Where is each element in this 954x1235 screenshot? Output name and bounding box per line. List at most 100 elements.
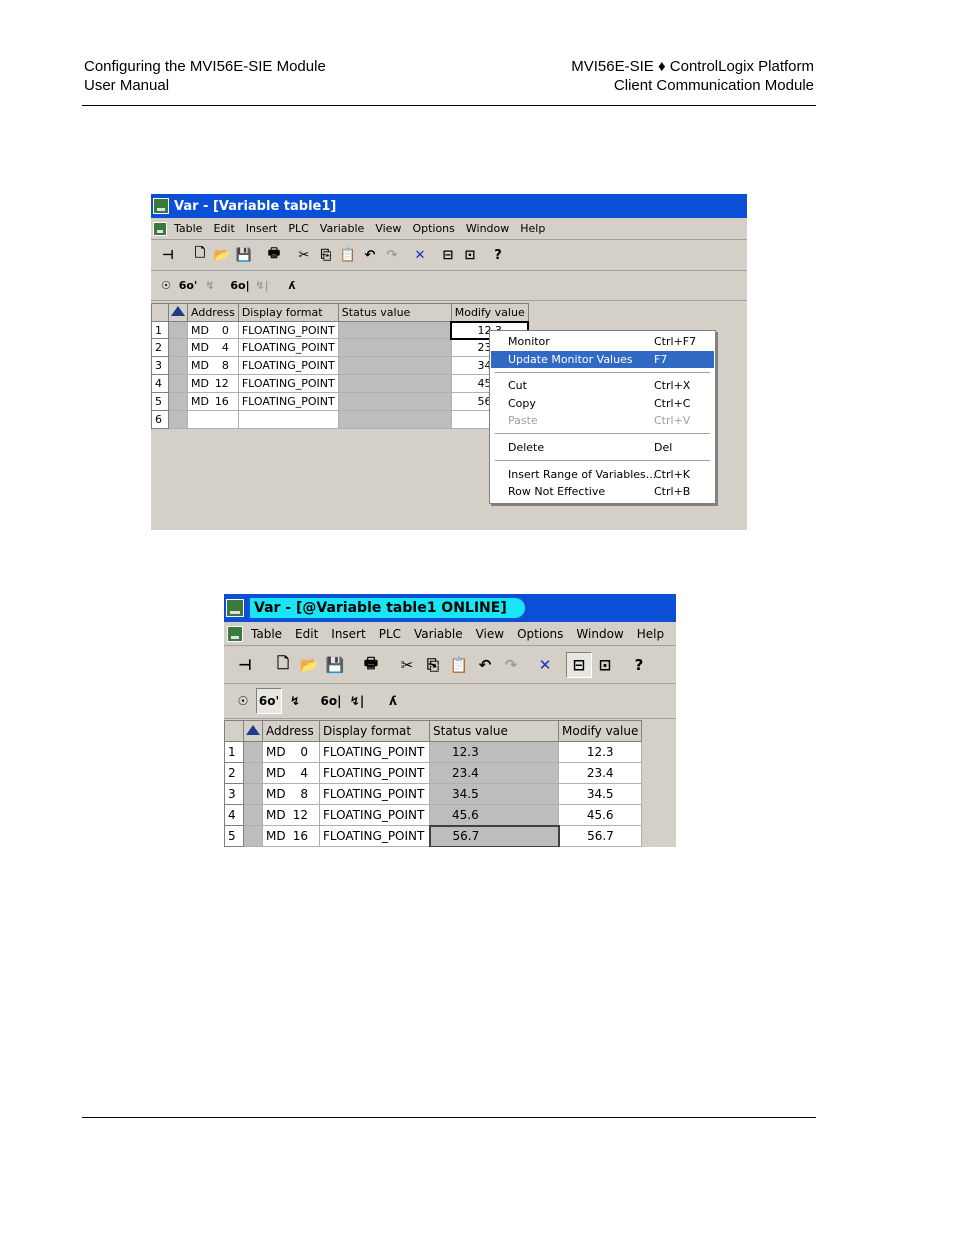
undo-icon[interactable]: ↶	[359, 244, 381, 266]
address-cell[interactable]: MD 0	[262, 741, 320, 763]
row-number[interactable]: 3	[224, 783, 244, 805]
display-format-cell[interactable]: FLOATING_POINT	[319, 762, 430, 784]
document-icon[interactable]	[153, 221, 167, 236]
symbol-cell[interactable]	[243, 825, 263, 847]
address-cell[interactable]: MD 8	[262, 783, 320, 805]
redo-icon[interactable]: ↷	[381, 244, 403, 266]
trigger-monitor-icon[interactable]: 6o|	[318, 688, 344, 714]
menu-edit[interactable]: Edit	[295, 627, 318, 641]
trigger-modify-icon[interactable]: ↯|	[344, 688, 370, 714]
menu-options[interactable]: Options	[412, 222, 454, 235]
display-format-cell[interactable]: FLOATING_POINT	[237, 338, 339, 357]
row-number[interactable]: 2	[224, 762, 244, 784]
station-icon[interactable]: ⊡	[592, 652, 618, 678]
display-format-cell[interactable]: FLOATING_POINT	[319, 783, 430, 805]
row-number[interactable]: 4	[151, 374, 169, 393]
online-icon[interactable]: ⊟	[437, 244, 459, 266]
print-icon[interactable]: 🖶	[358, 652, 384, 678]
context-help-icon[interactable]: ?	[487, 244, 509, 266]
row-number[interactable]: 5	[151, 392, 169, 411]
print-icon[interactable]: 🖶	[263, 244, 285, 266]
new-file-icon[interactable]: 🗋	[189, 244, 211, 266]
paste-icon[interactable]: 📋	[337, 244, 359, 266]
menu-plc[interactable]: PLC	[288, 222, 308, 235]
menu-insert[interactable]: Insert	[246, 222, 278, 235]
copy-icon[interactable]: ⎘	[315, 244, 337, 266]
table-row[interactable]: 5 MD16 FLOATING_POINT 56.7	[151, 392, 529, 411]
open-folder-icon[interactable]: 📂	[296, 652, 322, 678]
column-header-display-format[interactable]: Display format	[319, 720, 430, 742]
table-row[interactable]: 5 MD 16 FLOATING_POINT 56.7 56.7	[224, 824, 643, 847]
table-row[interactable]: 3 MD 8 FLOATING_POINT 34.5 34.5	[224, 783, 643, 805]
open-folder-icon[interactable]: 📂	[211, 244, 233, 266]
force-icon[interactable]: ʎ	[281, 274, 303, 297]
column-header-address[interactable]: Address	[262, 720, 320, 742]
menu-edit[interactable]: Edit	[213, 222, 234, 235]
station-icon[interactable]: ⊡	[459, 244, 481, 266]
paste-icon[interactable]: 📋	[446, 652, 472, 678]
redo-icon[interactable]: ↷	[498, 652, 524, 678]
symbol-cell[interactable]	[243, 783, 263, 805]
address-cell[interactable]: MD 0	[187, 321, 239, 339]
row-number[interactable]: 4	[224, 804, 244, 826]
context-menu-item-update-monitor-values[interactable]: Update Monitor Values F7	[491, 351, 714, 368]
monitor-clock-icon[interactable]: ☉	[155, 274, 177, 297]
save-icon[interactable]: 💾	[233, 244, 255, 266]
column-header-modify-value[interactable]: Modify value	[450, 303, 529, 322]
symbol-cell[interactable]	[168, 392, 188, 411]
table-row[interactable]: 4 MD12 FLOATING_POINT 45.6	[151, 374, 529, 393]
modify-value-cell[interactable]: 56.7	[557, 825, 643, 847]
status-value-cell-focused[interactable]: 56.7	[428, 824, 560, 847]
display-format-cell[interactable]: FLOATING_POINT	[319, 741, 430, 763]
row-number[interactable]: 2	[151, 338, 169, 357]
table-row[interactable]: 1 MD 0 FLOATING_POINT 12.3 12.3	[224, 741, 643, 763]
trigger-modify-icon[interactable]: ↯|	[251, 274, 273, 297]
context-menu-item-copy[interactable]: Copy Ctrl+C	[491, 395, 714, 412]
menu-insert[interactable]: Insert	[331, 627, 365, 641]
context-help-icon[interactable]: ?	[626, 652, 652, 678]
status-value-cell[interactable]	[337, 374, 452, 393]
menu-variable[interactable]: Variable	[414, 627, 463, 641]
cut-icon[interactable]: ✂	[293, 244, 315, 266]
document-icon[interactable]	[227, 625, 243, 642]
display-format-cell[interactable]: FLOATING_POINT	[319, 804, 430, 826]
address-cell[interactable]	[187, 410, 239, 429]
display-format-cell[interactable]: FLOATING_POINT	[237, 392, 339, 411]
status-value-cell[interactable]	[337, 392, 452, 411]
table-row[interactable]: 2 MD4 FLOATING_POINT 23.4	[151, 338, 529, 357]
context-menu-item-insert-range[interactable]: Insert Range of Variables... Ctrl+K	[491, 466, 714, 483]
menu-options[interactable]: Options	[517, 627, 563, 641]
column-header-display-format[interactable]: Display format	[237, 303, 339, 322]
menu-window[interactable]: Window	[576, 627, 623, 641]
window-title-bar[interactable]: Var - [@Variable table1 ONLINE]	[224, 594, 676, 622]
context-menu-item-delete[interactable]: Delete Del	[491, 439, 714, 456]
status-value-cell[interactable]: 23.4	[429, 762, 559, 784]
status-value-cell[interactable]	[337, 410, 452, 429]
display-format-cell[interactable]: FLOATING_POINT	[237, 356, 339, 375]
context-menu-item-row-not-effective[interactable]: Row Not Effective Ctrl+B	[491, 483, 714, 500]
window-title-bar[interactable]: Var - [Variable table1]	[151, 194, 747, 218]
symbol-cell[interactable]	[168, 338, 188, 357]
modify-values-icon[interactable]: ↯	[282, 688, 308, 714]
address-cell[interactable]: MD 8	[187, 356, 239, 375]
address-cell[interactable]: MD 16	[262, 825, 320, 847]
symbol-cell[interactable]	[168, 410, 188, 429]
menu-window[interactable]: Window	[466, 222, 509, 235]
context-menu-item-paste[interactable]: Paste Ctrl+V	[491, 412, 714, 429]
address-cell[interactable]: MD 12	[262, 804, 320, 826]
address-cell[interactable]: MD 4	[187, 338, 239, 357]
symbol-cell[interactable]	[243, 741, 263, 763]
pin-icon[interactable]: ⊣	[232, 652, 258, 678]
menu-table[interactable]: Table	[251, 627, 282, 641]
row-number[interactable]: 1	[151, 321, 169, 339]
column-header-modify-value[interactable]: Modify value	[557, 720, 643, 742]
modify-value-cell[interactable]: 45.6	[557, 804, 643, 826]
menu-help[interactable]: Help	[637, 627, 664, 641]
display-format-cell[interactable]: FLOATING_POINT	[319, 825, 430, 847]
undo-icon[interactable]: ↶	[472, 652, 498, 678]
context-menu-item-monitor[interactable]: Monitor Ctrl+F7	[491, 333, 714, 350]
menu-view[interactable]: View	[375, 222, 401, 235]
table-row[interactable]: 2 MD 4 FLOATING_POINT 23.4 23.4	[224, 762, 643, 784]
status-value-cell[interactable]: 45.6	[429, 804, 559, 826]
symbol-cell[interactable]	[168, 356, 188, 375]
